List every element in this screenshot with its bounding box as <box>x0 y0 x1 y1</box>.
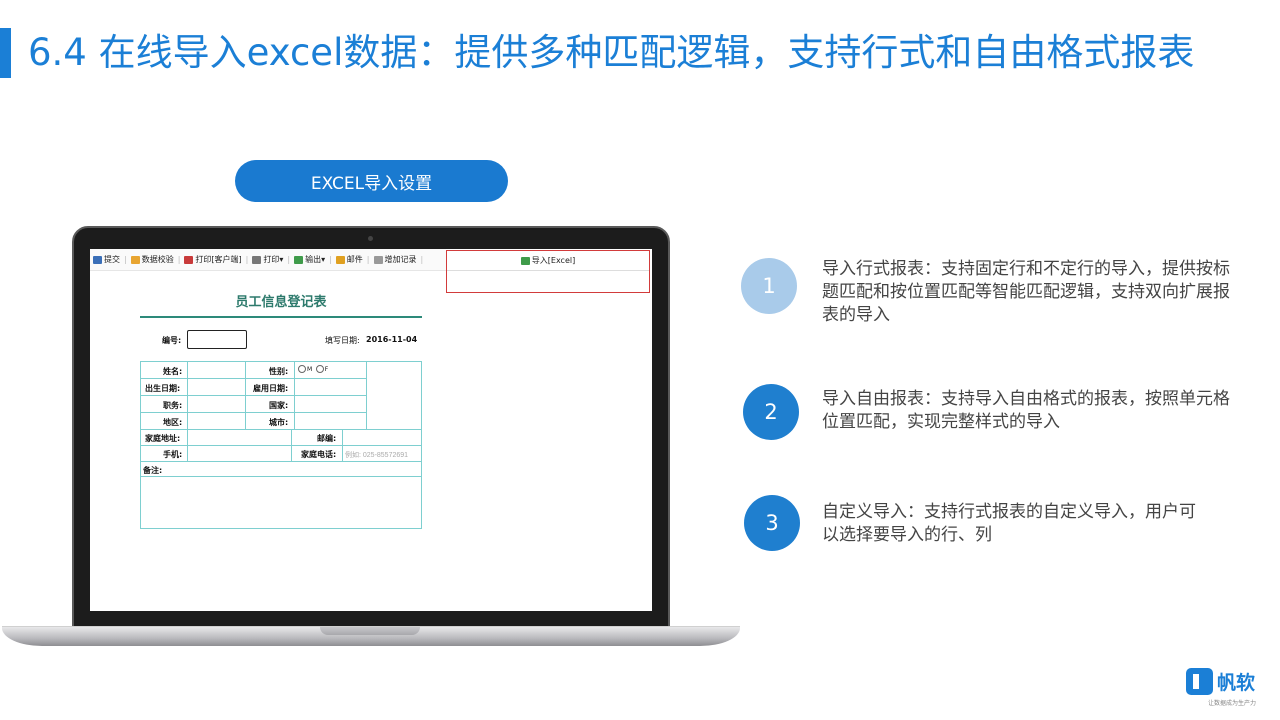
logo-name: 帆软 <box>1217 672 1256 694</box>
city-label: 城市: <box>269 418 289 427</box>
toolbar-validate-button[interactable]: 数据校验 <box>128 254 177 265</box>
fanruan-logo: 帆软 <box>1186 668 1255 695</box>
logo-tagline: 让数据成为生产力 <box>1208 700 1257 707</box>
mobile-label: 手机: <box>163 450 183 459</box>
name-label: 姓名: <box>163 367 183 376</box>
gender-f-radio[interactable] <box>315 364 324 373</box>
gender-options: M F <box>297 364 328 373</box>
number-input[interactable] <box>187 330 247 349</box>
toolbar-submit-button[interactable]: 提交 <box>90 254 123 265</box>
remark-label: 备注: <box>143 466 163 475</box>
employee-form-grid: 姓名: 性别: M F 出生日期: 雇用日期: 职务: 国家: 地区: 城市: … <box>140 361 422 529</box>
home-phone-input[interactable]: 例如: 025-85572691 <box>345 450 408 460</box>
import-excel-highlight: 导入[Excel] <box>446 250 650 293</box>
printer-icon <box>252 255 262 264</box>
excel-icon <box>520 256 530 265</box>
check-icon <box>130 255 140 264</box>
export-icon <box>294 255 304 264</box>
feature-text-2: 导入自由报表：支持导入自由格式的报表，按照单元格位置匹配，实现完整样式的导入 <box>822 389 1230 432</box>
feature-text-3: 自定义导入：支持行式报表的自定义导入，用户可以选择要导入的行、列 <box>822 502 1196 545</box>
toolbar-print-button[interactable]: 打印 ▾ <box>249 254 286 265</box>
excel-import-settings-button[interactable]: EXCEL导入设置 <box>235 160 508 202</box>
add-record-icon <box>373 255 383 264</box>
toolbar-add-record-button[interactable]: 增加记录 <box>371 254 420 265</box>
form-title: 员工信息登记表 <box>235 295 327 310</box>
position-label: 职务: <box>163 401 183 410</box>
region-label: 地区: <box>163 418 183 427</box>
fanruan-logo-icon <box>1186 668 1213 695</box>
feature-number-1: 1 <box>741 258 797 314</box>
submit-icon <box>93 255 102 264</box>
home-phone-label: 家庭电话: <box>301 450 337 459</box>
feature-number-3: 3 <box>744 495 800 551</box>
import-excel-button[interactable]: 导入[Excel] <box>447 251 649 271</box>
laptop-screen: 提交 | 数据校验 | 打印[客户端] | 打印 ▾ | 输出 ▾ | 邮件 | 增… <box>90 249 652 611</box>
toolbar-email-button[interactable]: 邮件 <box>333 254 366 265</box>
page-title: 6.4 在线导入excel数据：提供多种匹配逻辑，支持行式和自由格式报表 <box>28 31 1195 74</box>
birth-label: 出生日期: <box>145 384 181 393</box>
gender-m-radio[interactable] <box>298 364 306 373</box>
feature-text-1: 导入行式报表：支持固定行和不定行的导入，提供按标题匹配和按位置匹配等智能匹配逻辑… <box>822 259 1230 325</box>
form-title-divider <box>140 316 422 318</box>
number-label: 编号: <box>162 336 182 345</box>
feature-number-2: 2 <box>743 384 799 440</box>
title-accent-bar <box>0 28 11 78</box>
date-label: 填写日期: <box>325 336 360 345</box>
postcode-label: 邮编: <box>317 434 337 443</box>
camera-icon <box>368 236 373 241</box>
gender-label: 性别: <box>269 367 289 376</box>
hire-label: 雇用日期: <box>253 384 289 393</box>
toolbar-client-print-button[interactable]: 打印[客户端] <box>181 254 244 265</box>
date-value: 2016-11-04 <box>366 335 418 344</box>
laptop-notch <box>320 627 420 635</box>
address-label: 家庭地址: <box>145 434 181 443</box>
toolbar-export-button[interactable]: 输出 ▾ <box>291 254 328 265</box>
country-label: 国家: <box>269 401 289 410</box>
report-toolbar: 提交 | 数据校验 | 打印[客户端] | 打印 ▾ | 输出 ▾ | 邮件 | 增… <box>90 249 446 271</box>
print-client-icon <box>184 255 194 264</box>
mail-icon <box>335 255 345 264</box>
